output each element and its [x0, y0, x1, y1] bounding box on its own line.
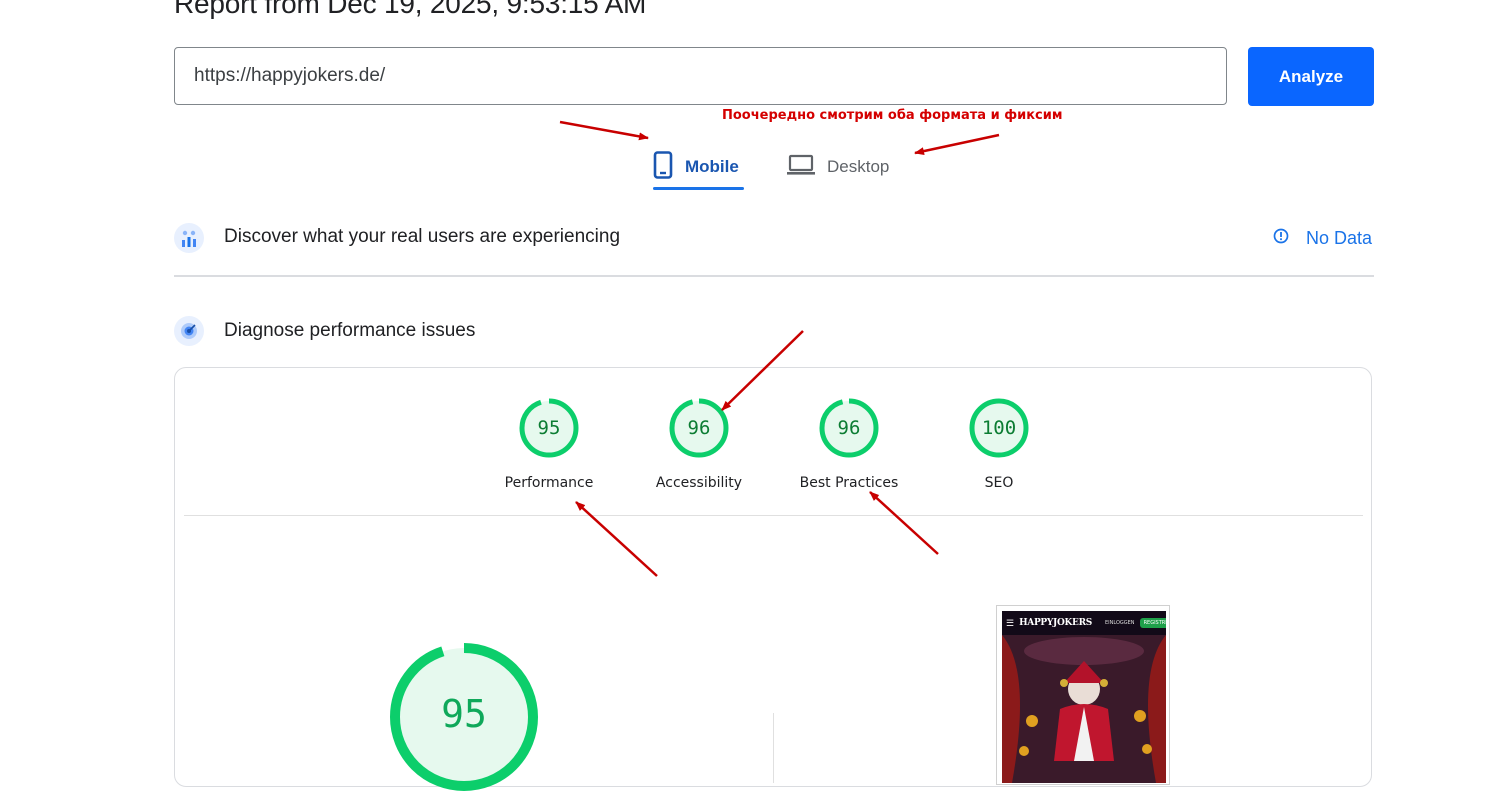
report-title: Report from Dec 19, 2025, 9:53:15 AM	[174, 0, 647, 19]
main-score-value: 95	[441, 692, 487, 736]
phone-icon	[653, 150, 673, 184]
score-value: 96	[837, 417, 861, 439]
gauge-icon	[174, 316, 204, 346]
site-register: REGISTRIEREN	[1139, 618, 1166, 628]
arrow-to-mobile-tab	[559, 120, 649, 141]
info-icon	[1272, 227, 1290, 250]
tab-selected-indicator	[653, 187, 744, 190]
score-gauge-performance[interactable]: 95	[519, 398, 579, 458]
url-input[interactable]	[174, 47, 1227, 105]
menu-icon: ☰	[1006, 617, 1015, 628]
score-label-performance[interactable]: Performance	[479, 475, 619, 491]
vertical-divider	[773, 713, 774, 783]
main-performance-gauge: 95	[388, 641, 540, 793]
score-value: 95	[537, 417, 561, 439]
annotation-note: Поочередно смотрим оба формата и фиксим	[722, 108, 1063, 123]
diagnose-section-title: Diagnose performance issues	[224, 320, 476, 341]
card-divider	[184, 515, 1363, 516]
tab-mobile[interactable]: Mobile	[653, 144, 744, 190]
score-gauge-seo[interactable]: 100	[969, 398, 1029, 458]
crux-section-title: Discover what your real users are experi…	[224, 226, 621, 247]
analyze-button[interactable]: Analyze	[1248, 47, 1374, 106]
tab-desktop[interactable]: Desktop	[787, 144, 902, 190]
score-label-seo[interactable]: SEO	[929, 475, 1069, 491]
section-divider	[174, 275, 1374, 277]
screenshot-nav: ☰ HAPPYJOKERS EINLOGGEN REGISTRIEREN	[1002, 611, 1166, 635]
score-label-best-practices[interactable]: Best Practices	[779, 475, 919, 491]
users-chart-icon	[174, 223, 204, 253]
screenshot-image: ☰ HAPPYJOKERS EINLOGGEN REGISTRIEREN	[1002, 611, 1166, 783]
page-screenshot: ☰ HAPPYJOKERS EINLOGGEN REGISTRIEREN	[996, 605, 1170, 785]
no-data-link[interactable]: No Data	[1272, 227, 1372, 250]
score-gauge-accessibility[interactable]: 96	[669, 398, 729, 458]
score-value: 100	[981, 417, 1017, 439]
tab-desktop-label: Desktop	[827, 157, 890, 176]
no-data-label: No Data	[1306, 228, 1373, 248]
tab-mobile-label: Mobile	[685, 157, 739, 176]
laptop-icon	[787, 154, 815, 181]
score-gauge-best-practices[interactable]: 96	[819, 398, 879, 458]
site-logo: HAPPYJOKERS	[1019, 618, 1092, 628]
score-label-accessibility[interactable]: Accessibility	[629, 475, 769, 491]
site-login: EINLOGGEN	[1104, 620, 1135, 626]
score-value: 96	[687, 417, 711, 439]
arrow-to-desktop-tab	[914, 133, 1000, 156]
